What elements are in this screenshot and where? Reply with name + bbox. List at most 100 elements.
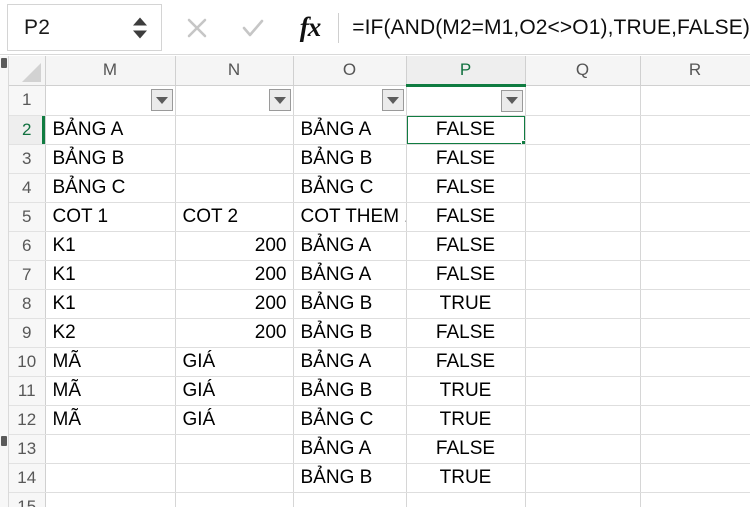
cell-r7[interactable] — [640, 260, 750, 290]
cell-m9[interactable]: K2 — [45, 318, 176, 348]
cell-n15[interactable] — [175, 492, 294, 507]
cell-m11[interactable]: MÃ — [45, 376, 176, 406]
vertical-scrollbar[interactable] — [0, 56, 9, 507]
cell-r9[interactable] — [640, 318, 750, 348]
row-header-9[interactable]: 9 — [9, 318, 46, 348]
cell-p10[interactable]: FALSE — [406, 347, 526, 377]
row-header-3[interactable]: 3 — [9, 144, 46, 174]
cell-r11[interactable] — [640, 376, 750, 406]
cell-p11[interactable]: TRUE — [406, 376, 526, 406]
filter-cell-o1[interactable] — [293, 85, 407, 116]
cell-p15[interactable] — [406, 492, 526, 507]
cell-m5[interactable]: COT 1 — [45, 202, 176, 232]
cell-p8[interactable]: TRUE — [406, 289, 526, 319]
spreadsheet-grid[interactable]: M N O P Q R 1 2 BẢNG A BẢNG A FALSE 3 BẢNG B BẢ… — [0, 56, 750, 507]
filter-dropdown-icon-m[interactable] — [150, 89, 173, 111]
filter-cell-q1[interactable] — [525, 85, 641, 116]
cell-p5[interactable]: FALSE — [406, 202, 526, 232]
cell-q12[interactable] — [525, 405, 641, 435]
filter-cell-p1[interactable] — [406, 85, 526, 116]
cell-m6[interactable]: K1 — [45, 231, 176, 261]
cell-n12[interactable]: GIÁ — [175, 405, 294, 435]
column-header-m[interactable]: M — [45, 56, 176, 86]
filter-dropdown-icon-n[interactable] — [268, 89, 291, 111]
cell-n8[interactable]: 200 — [175, 289, 294, 319]
row-header-12[interactable]: 12 — [9, 405, 46, 435]
cell-r6[interactable] — [640, 231, 750, 261]
row-header-1[interactable]: 1 — [9, 85, 46, 116]
cell-q6[interactable] — [525, 231, 641, 261]
cell-p9[interactable]: FALSE — [406, 318, 526, 348]
cell-n9[interactable]: 200 — [175, 318, 294, 348]
cell-m7[interactable]: K1 — [45, 260, 176, 290]
cell-m13[interactable] — [45, 434, 176, 464]
scrollbar-thumb-top[interactable] — [1, 58, 7, 68]
cell-n5[interactable]: COT 2 — [175, 202, 294, 232]
cell-q3[interactable] — [525, 144, 641, 174]
row-header-6[interactable]: 6 — [9, 231, 46, 261]
cell-o15[interactable] — [293, 492, 407, 507]
filter-dropdown-icon-p[interactable] — [500, 89, 523, 112]
filter-cell-r1[interactable] — [640, 85, 750, 116]
cell-q7[interactable] — [525, 260, 641, 290]
cell-q14[interactable] — [525, 463, 641, 493]
cell-q11[interactable] — [525, 376, 641, 406]
cell-n6[interactable]: 200 — [175, 231, 294, 261]
row-header-13[interactable]: 13 — [9, 434, 46, 464]
row-header-4[interactable]: 4 — [9, 173, 46, 203]
cell-q10[interactable] — [525, 347, 641, 377]
cell-p2[interactable]: FALSE — [406, 115, 526, 145]
cancel-x-icon[interactable] — [184, 15, 210, 41]
cell-p4[interactable]: FALSE — [406, 173, 526, 203]
cell-r10[interactable] — [640, 347, 750, 377]
cell-q13[interactable] — [525, 434, 641, 464]
cell-o9[interactable]: BẢNG B — [293, 318, 407, 348]
column-header-n[interactable]: N — [175, 56, 294, 86]
cell-p13[interactable]: FALSE — [406, 434, 526, 464]
scrollbar-thumb-bottom[interactable] — [1, 436, 7, 446]
row-header-7[interactable]: 7 — [9, 260, 46, 290]
cell-r5[interactable] — [640, 202, 750, 232]
cell-q15[interactable] — [525, 492, 641, 507]
cell-o6[interactable]: BẢNG A — [293, 231, 407, 261]
cell-r12[interactable] — [640, 405, 750, 435]
fx-insert-function-icon[interactable]: fx — [300, 14, 321, 41]
cell-q4[interactable] — [525, 173, 641, 203]
cell-o14[interactable]: BẢNG B — [293, 463, 407, 493]
row-header-2[interactable]: 2 — [9, 115, 46, 145]
cell-r4[interactable] — [640, 173, 750, 203]
spinner-up-icon[interactable] — [132, 17, 147, 25]
cell-o10[interactable]: BẢNG A — [293, 347, 407, 377]
cell-p14[interactable]: TRUE — [406, 463, 526, 493]
cell-m4[interactable]: BẢNG C — [45, 173, 176, 203]
column-header-q[interactable]: Q — [525, 56, 641, 86]
cell-n14[interactable] — [175, 463, 294, 493]
cell-n13[interactable] — [175, 434, 294, 464]
cell-q9[interactable] — [525, 318, 641, 348]
cell-p3[interactable]: FALSE — [406, 144, 526, 174]
row-header-15[interactable]: 15 — [9, 492, 46, 507]
cell-n11[interactable]: GIÁ — [175, 376, 294, 406]
cell-n4[interactable] — [175, 173, 294, 203]
row-header-5[interactable]: 5 — [9, 202, 46, 232]
select-all-corner[interactable] — [9, 56, 46, 86]
cell-n3[interactable] — [175, 144, 294, 174]
cell-q2[interactable] — [525, 115, 641, 145]
cell-r3[interactable] — [640, 144, 750, 174]
row-header-11[interactable]: 11 — [9, 376, 46, 406]
cell-r15[interactable] — [640, 492, 750, 507]
cell-p12[interactable]: TRUE — [406, 405, 526, 435]
cell-o5[interactable]: COT THEM 1 — [293, 202, 407, 232]
cell-o8[interactable]: BẢNG B — [293, 289, 407, 319]
formula-input[interactable]: =IF(AND(M2=M1,O2<>O1),TRUE,FALSE) — [352, 2, 750, 53]
name-box[interactable]: P2 — [7, 4, 162, 51]
cell-n10[interactable]: GIÁ — [175, 347, 294, 377]
cell-n7[interactable]: 200 — [175, 260, 294, 290]
cell-o3[interactable]: BẢNG B — [293, 144, 407, 174]
row-header-14[interactable]: 14 — [9, 463, 46, 493]
cell-m12[interactable]: MÃ — [45, 405, 176, 435]
cell-p6[interactable]: FALSE — [406, 231, 526, 261]
cell-m15[interactable] — [45, 492, 176, 507]
cell-r13[interactable] — [640, 434, 750, 464]
cell-o13[interactable]: BẢNG A — [293, 434, 407, 464]
